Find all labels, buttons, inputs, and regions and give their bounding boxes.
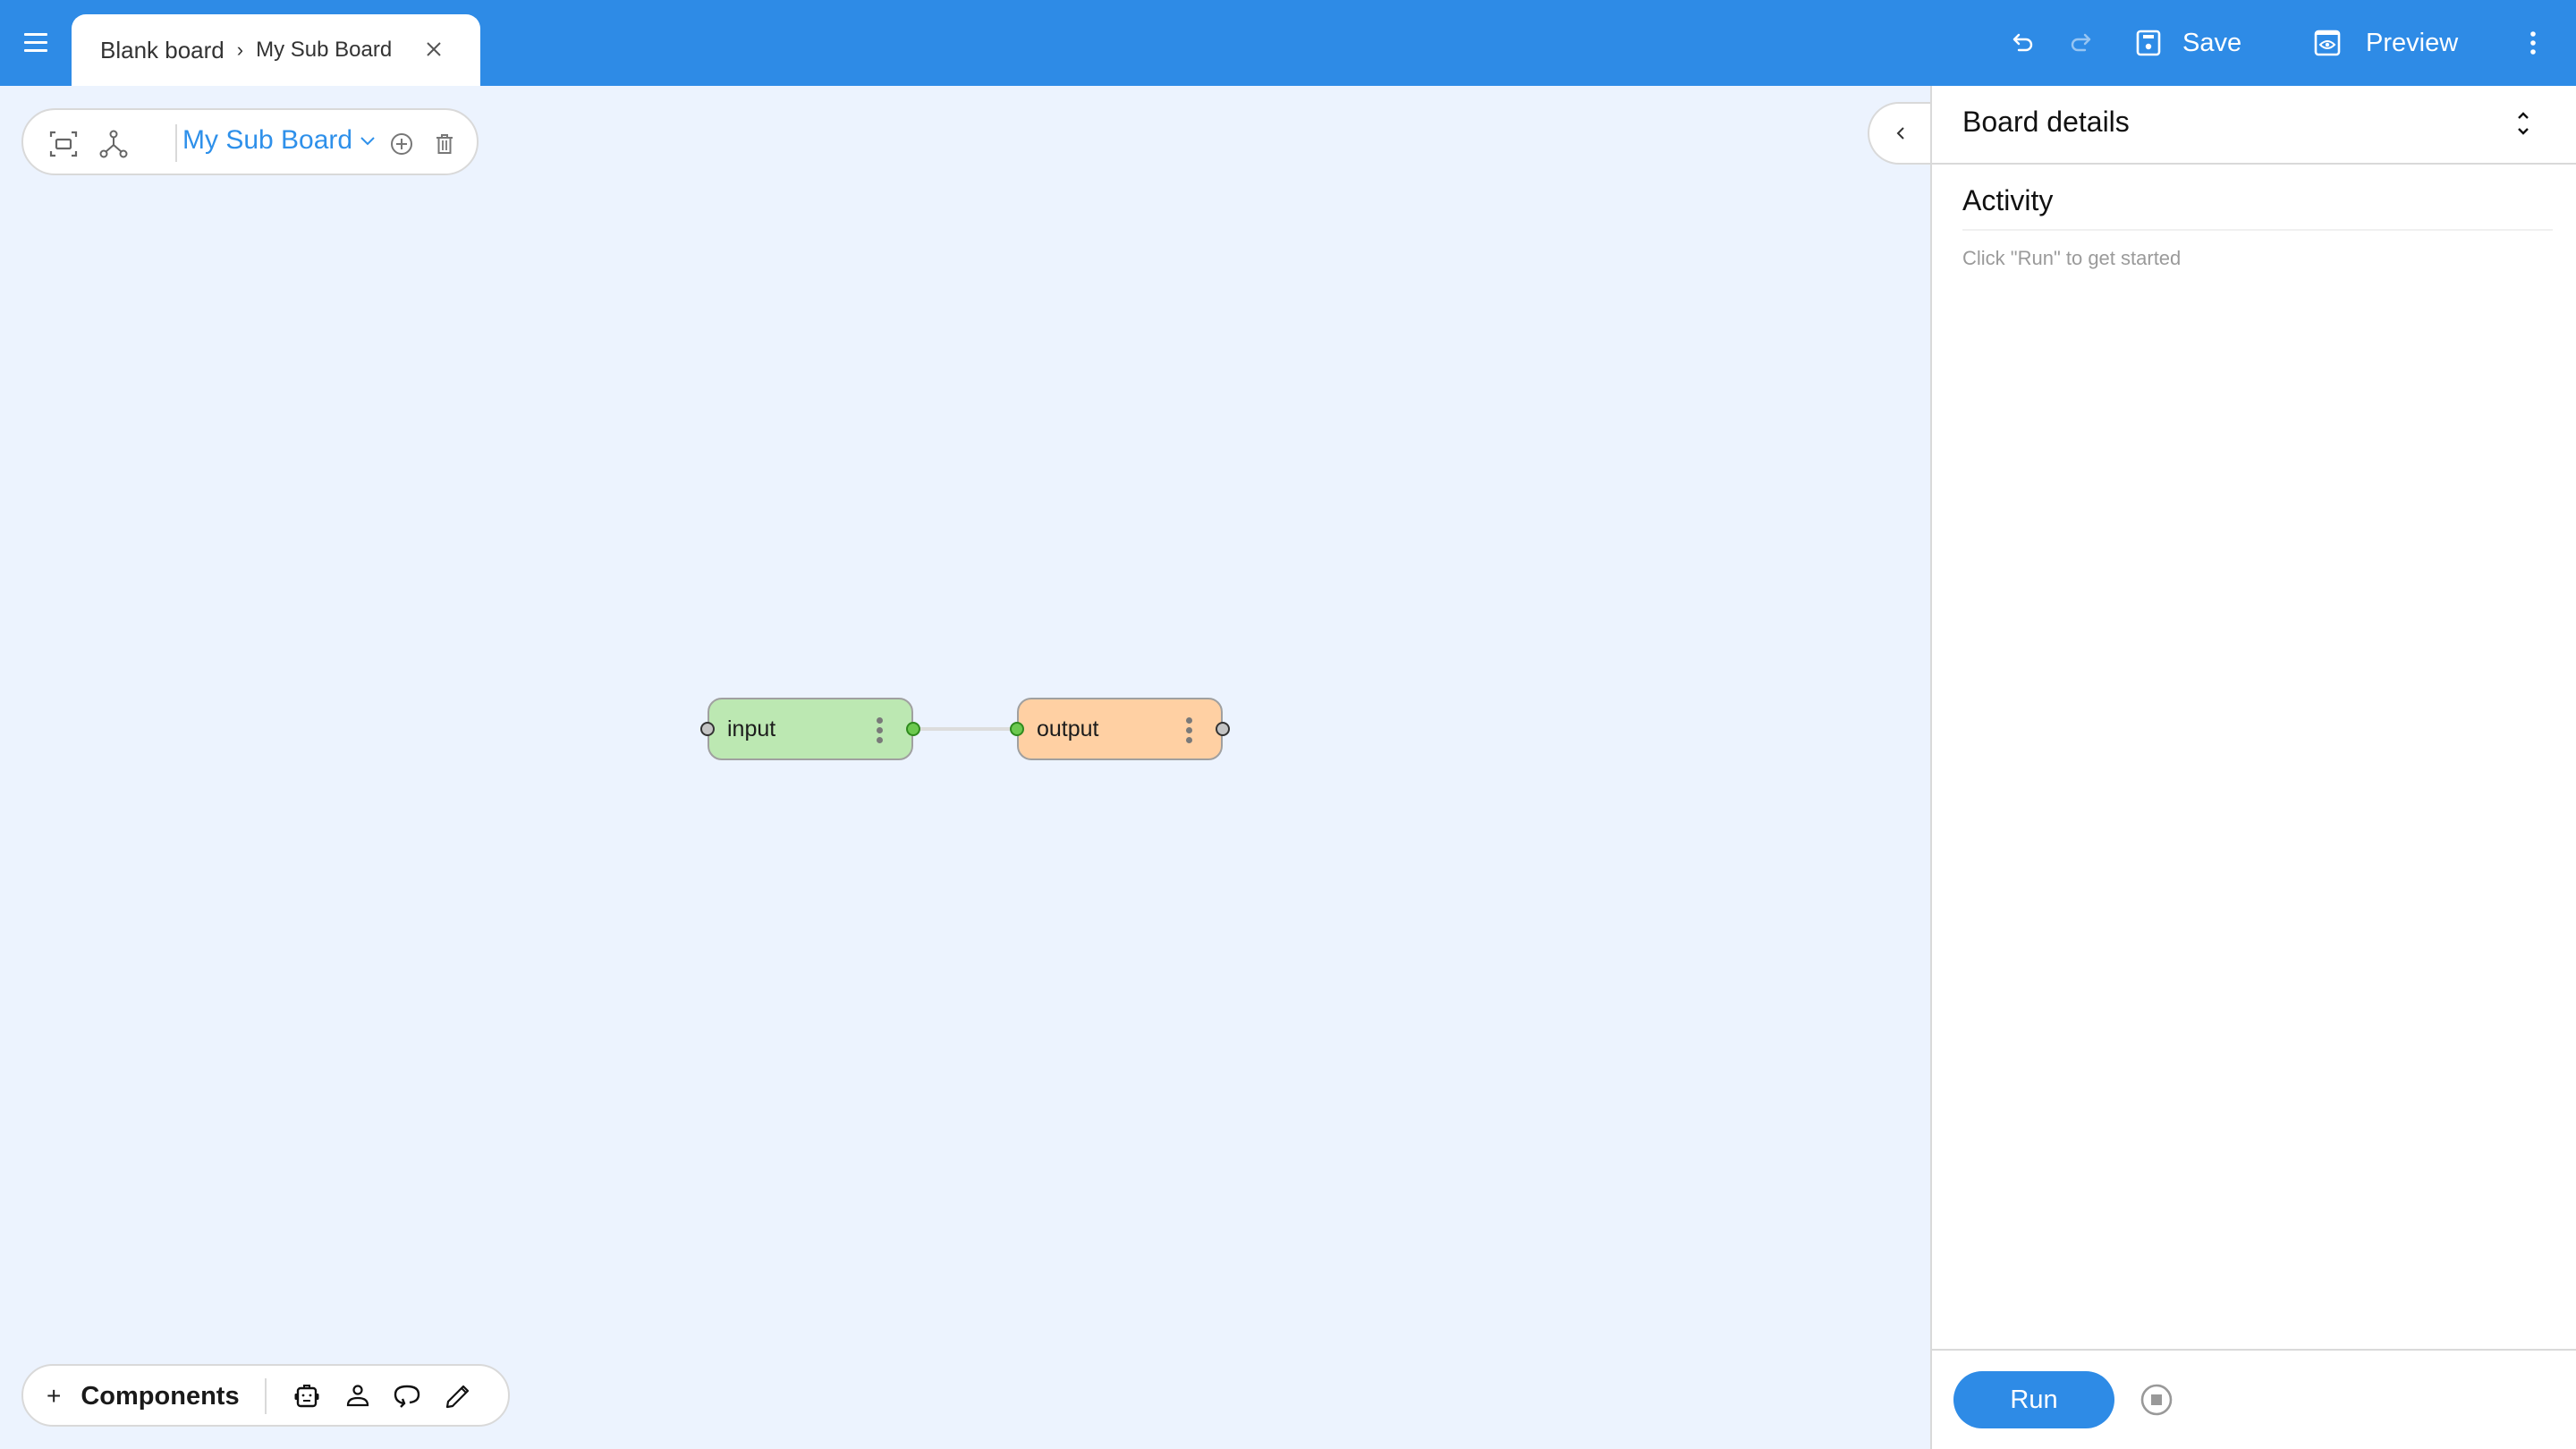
node-label: input	[727, 716, 776, 741]
collapse-panel-button[interactable]	[1868, 102, 1932, 165]
pencil-icon	[445, 1385, 470, 1409]
board-tab[interactable]: Blank board › My Sub Board	[72, 14, 480, 86]
board-selector-label: My Sub Board	[182, 125, 353, 155]
board-details-panel: Board details Activity Click "Run" to ge…	[1930, 86, 2576, 1449]
more-menu-button[interactable]	[2521, 23, 2546, 63]
activity-heading: Activity	[1962, 184, 2054, 216]
board-toolbar: My Sub Board	[21, 108, 479, 175]
panel-header: Board details	[1932, 86, 2576, 165]
stop-circle-icon	[2140, 1384, 2173, 1416]
node-input[interactable]: input	[700, 698, 920, 760]
more-vertical-icon	[2530, 31, 2536, 55]
graph-layout-button[interactable]	[98, 129, 129, 159]
more-vertical-icon	[877, 717, 883, 724]
person-icon	[346, 1385, 369, 1407]
graph-layout-icon	[99, 130, 128, 158]
app-header: Blank board › My Sub Board Save Preview	[0, 0, 2576, 86]
expand-collapse-icon	[2518, 112, 2529, 135]
node-menu-button[interactable]	[874, 716, 885, 746]
trash-icon	[436, 134, 453, 154]
run-button[interactable]: Run	[1953, 1371, 2114, 1428]
loop-tool-button[interactable]	[392, 1381, 422, 1411]
more-vertical-icon	[1186, 717, 1192, 724]
close-icon	[427, 42, 441, 56]
loop-icon	[394, 1385, 420, 1408]
chevron-left-icon	[1896, 127, 1904, 140]
save-button[interactable]: Save	[2134, 29, 2241, 58]
breadcrumb-root[interactable]: Blank board	[100, 37, 225, 64]
panel-title: Board details	[1962, 106, 2130, 138]
toolbar-divider	[175, 124, 177, 162]
preview-label: Preview	[2366, 28, 2459, 57]
input-port-out[interactable]	[906, 722, 920, 736]
node-label: output	[1037, 716, 1099, 741]
pencil-tool-button[interactable]	[442, 1381, 472, 1411]
node-menu-button[interactable]	[1183, 716, 1194, 746]
output-port-in[interactable]	[1010, 722, 1024, 736]
components-label: Components	[80, 1381, 240, 1411]
more-vertical-icon-dot	[877, 737, 883, 743]
more-vertical-icon-dot	[1186, 727, 1192, 733]
preview-button[interactable]: Preview	[2313, 29, 2458, 58]
component-bar-divider	[265, 1378, 267, 1414]
robot-icon	[294, 1385, 319, 1408]
redo-icon	[2071, 33, 2091, 52]
board-selector[interactable]: My Sub Board	[182, 125, 377, 156]
hamburger-menu-icon	[24, 33, 47, 36]
node-output[interactable]: output	[1010, 698, 1230, 760]
edge-input-output[interactable]	[913, 727, 1017, 731]
eye-window-icon	[2314, 30, 2341, 56]
redo-button[interactable]	[2061, 23, 2100, 63]
breadcrumb-current: My Sub Board	[256, 38, 393, 62]
output-port-out[interactable]	[1216, 722, 1230, 736]
save-label: Save	[2182, 28, 2242, 57]
more-vertical-icon-dot	[877, 727, 883, 733]
robot-tool-button[interactable]	[292, 1381, 322, 1411]
person-tool-button[interactable]	[343, 1381, 373, 1411]
fit-to-screen-button[interactable]	[48, 129, 79, 159]
add-board-button[interactable]	[386, 129, 417, 159]
plus-icon: +	[47, 1382, 62, 1410]
panel-toggle-button[interactable]	[2510, 106, 2537, 141]
component-bar: + Components	[21, 1364, 510, 1427]
undo-icon	[2012, 33, 2033, 52]
panel-footer: Run	[1932, 1349, 2576, 1449]
activity-divider	[1962, 229, 2553, 231]
add-components-button[interactable]: + Components	[47, 1377, 240, 1416]
hamburger-menu-icon-line	[24, 41, 47, 44]
hamburger-menu-icon-line	[24, 49, 47, 52]
more-vertical-icon-dot	[1186, 737, 1192, 743]
input-port-in[interactable]	[700, 722, 715, 736]
stop-button[interactable]	[2140, 1383, 2174, 1417]
floppy-disk-icon	[2136, 30, 2161, 56]
add-circle-icon	[391, 133, 412, 155]
delete-board-button[interactable]	[429, 129, 460, 159]
tab-close-button[interactable]	[420, 36, 447, 63]
breadcrumb-separator: ›	[236, 38, 244, 61]
undo-button[interactable]	[2004, 23, 2043, 63]
fit-to-screen-icon	[49, 131, 78, 157]
chevron-down-icon	[360, 137, 375, 146]
activity-empty-message: Click "Run" to get started	[1962, 247, 2182, 269]
menu-button[interactable]	[20, 27, 52, 59]
